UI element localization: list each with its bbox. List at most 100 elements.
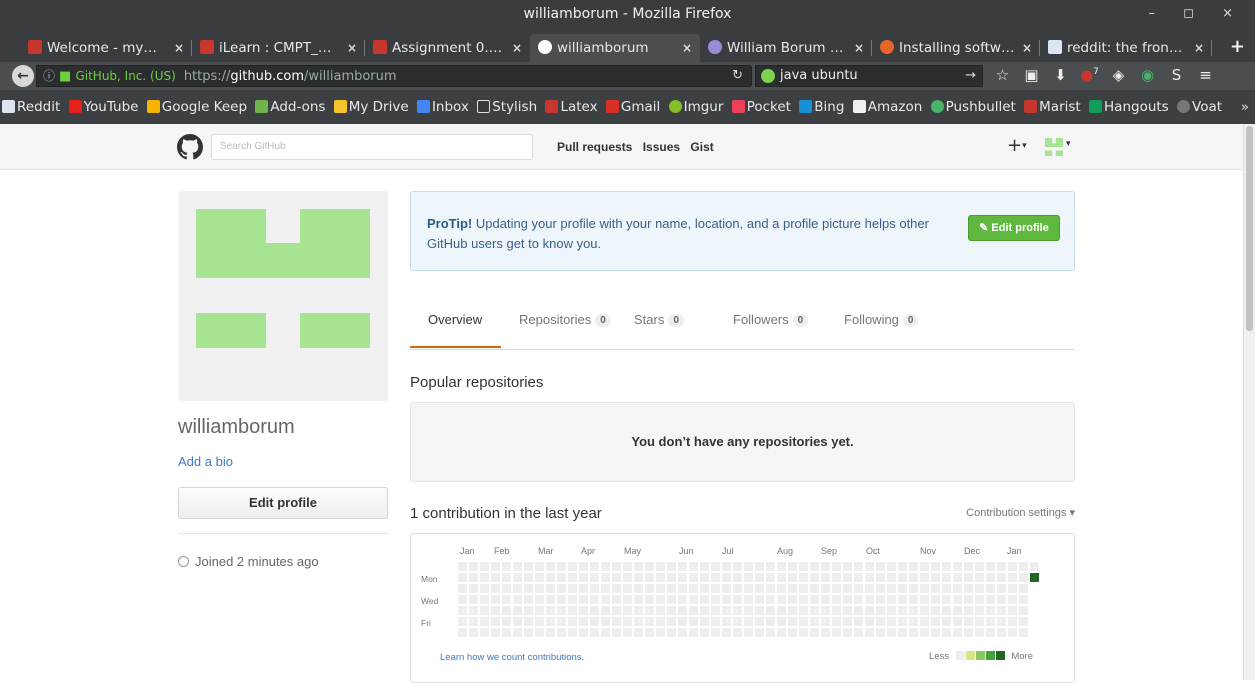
contribution-day[interactable] bbox=[953, 606, 962, 615]
contribution-day[interactable] bbox=[678, 606, 687, 615]
contribution-day[interactable] bbox=[557, 595, 566, 604]
contribution-day[interactable] bbox=[557, 606, 566, 615]
contribution-day[interactable] bbox=[733, 595, 742, 604]
contribution-day[interactable] bbox=[986, 584, 995, 593]
contribution-day[interactable] bbox=[568, 606, 577, 615]
contribution-day[interactable] bbox=[722, 584, 731, 593]
contribution-day[interactable] bbox=[612, 584, 621, 593]
contribution-day[interactable] bbox=[887, 628, 896, 637]
contribution-day[interactable] bbox=[854, 562, 863, 571]
contribution-day[interactable] bbox=[810, 628, 819, 637]
contribution-day[interactable] bbox=[942, 606, 951, 615]
contribution-day[interactable] bbox=[909, 573, 918, 582]
contribution-day[interactable] bbox=[832, 606, 841, 615]
url-text[interactable]: https://github.com/williamborum bbox=[184, 69, 397, 84]
contribution-day[interactable] bbox=[568, 628, 577, 637]
contribution-day[interactable] bbox=[645, 606, 654, 615]
contribution-day[interactable] bbox=[755, 628, 764, 637]
contribution-day[interactable] bbox=[579, 584, 588, 593]
contribution-day[interactable] bbox=[832, 584, 841, 593]
contribution-day[interactable] bbox=[755, 617, 764, 626]
contribution-day[interactable] bbox=[777, 628, 786, 637]
contribution-day[interactable] bbox=[887, 606, 896, 615]
contribution-day[interactable] bbox=[678, 595, 687, 604]
contribution-day[interactable] bbox=[920, 573, 929, 582]
contribution-day[interactable] bbox=[458, 595, 467, 604]
contribution-day[interactable] bbox=[799, 562, 808, 571]
contribution-day[interactable] bbox=[689, 573, 698, 582]
contribution-day[interactable] bbox=[744, 562, 753, 571]
contribution-day[interactable] bbox=[1008, 617, 1017, 626]
contribution-day[interactable] bbox=[645, 562, 654, 571]
contribution-day[interactable] bbox=[711, 606, 720, 615]
contribution-day[interactable] bbox=[656, 617, 665, 626]
contribution-day[interactable] bbox=[601, 606, 610, 615]
contribution-day[interactable] bbox=[975, 617, 984, 626]
contribution-day[interactable] bbox=[1019, 617, 1028, 626]
contribution-day[interactable] bbox=[898, 617, 907, 626]
contribution-day[interactable] bbox=[1019, 628, 1028, 637]
contribution-day[interactable] bbox=[964, 573, 973, 582]
contribution-day[interactable] bbox=[535, 606, 544, 615]
contribution-day[interactable] bbox=[766, 606, 775, 615]
contribution-day[interactable] bbox=[755, 595, 764, 604]
contribution-day[interactable] bbox=[524, 606, 533, 615]
profile-avatar[interactable] bbox=[178, 191, 388, 401]
github-search-input[interactable]: Search GitHub bbox=[211, 134, 533, 160]
contribution-day[interactable] bbox=[491, 562, 500, 571]
contribution-day[interactable] bbox=[634, 595, 643, 604]
contribution-day[interactable] bbox=[546, 628, 555, 637]
contribution-day[interactable] bbox=[623, 595, 632, 604]
contribution-day[interactable] bbox=[535, 617, 544, 626]
contribution-day[interactable] bbox=[909, 606, 918, 615]
contribution-day[interactable] bbox=[898, 628, 907, 637]
contribution-day[interactable] bbox=[601, 573, 610, 582]
contribution-day[interactable] bbox=[711, 617, 720, 626]
contribution-day[interactable] bbox=[645, 628, 654, 637]
contribution-day[interactable] bbox=[656, 584, 665, 593]
contribution-day[interactable] bbox=[854, 595, 863, 604]
reading-list-icon[interactable]: ▣ bbox=[1017, 66, 1046, 84]
contribution-day[interactable] bbox=[579, 595, 588, 604]
nav-issues[interactable]: Issues bbox=[643, 140, 680, 154]
contribution-day[interactable] bbox=[458, 573, 467, 582]
contribution-day[interactable] bbox=[821, 628, 830, 637]
contribution-day[interactable] bbox=[612, 606, 621, 615]
reload-icon[interactable]: ↻ bbox=[732, 66, 743, 86]
contribution-day[interactable] bbox=[469, 628, 478, 637]
contribution-day[interactable] bbox=[579, 628, 588, 637]
contribution-day[interactable] bbox=[920, 584, 929, 593]
contribution-day[interactable] bbox=[755, 562, 764, 571]
bookmark-marist[interactable]: Marist bbox=[1024, 90, 1081, 124]
contribution-day[interactable] bbox=[590, 628, 599, 637]
go-arrow-icon[interactable]: → bbox=[965, 66, 976, 86]
contribution-day[interactable] bbox=[557, 584, 566, 593]
search-bar[interactable]: java ubuntu → bbox=[755, 65, 983, 87]
nav-gist[interactable]: Gist bbox=[690, 140, 713, 154]
contribution-day[interactable] bbox=[931, 617, 940, 626]
contribution-day[interactable] bbox=[931, 584, 940, 593]
contribution-day[interactable] bbox=[579, 573, 588, 582]
contribution-day[interactable] bbox=[821, 573, 830, 582]
contribution-day[interactable] bbox=[656, 562, 665, 571]
contribution-day[interactable] bbox=[590, 562, 599, 571]
contribution-day[interactable] bbox=[667, 584, 676, 593]
contribution-day[interactable] bbox=[986, 606, 995, 615]
contribution-day[interactable] bbox=[546, 595, 555, 604]
bookmark-add-ons[interactable]: Add-ons bbox=[255, 90, 325, 124]
contribution-day[interactable] bbox=[623, 606, 632, 615]
contribution-day[interactable] bbox=[722, 628, 731, 637]
contribution-day[interactable] bbox=[942, 562, 951, 571]
contribution-day[interactable] bbox=[975, 628, 984, 637]
contribution-day[interactable] bbox=[568, 617, 577, 626]
contribution-day[interactable] bbox=[469, 617, 478, 626]
contribution-day[interactable] bbox=[986, 595, 995, 604]
contribution-day[interactable] bbox=[744, 617, 753, 626]
contribution-day[interactable] bbox=[931, 573, 940, 582]
contribution-day[interactable] bbox=[766, 595, 775, 604]
contribution-day[interactable] bbox=[887, 562, 896, 571]
contribution-day[interactable] bbox=[590, 573, 599, 582]
contribution-day[interactable] bbox=[546, 584, 555, 593]
contribution-day[interactable] bbox=[612, 628, 621, 637]
contribution-day[interactable] bbox=[667, 617, 676, 626]
